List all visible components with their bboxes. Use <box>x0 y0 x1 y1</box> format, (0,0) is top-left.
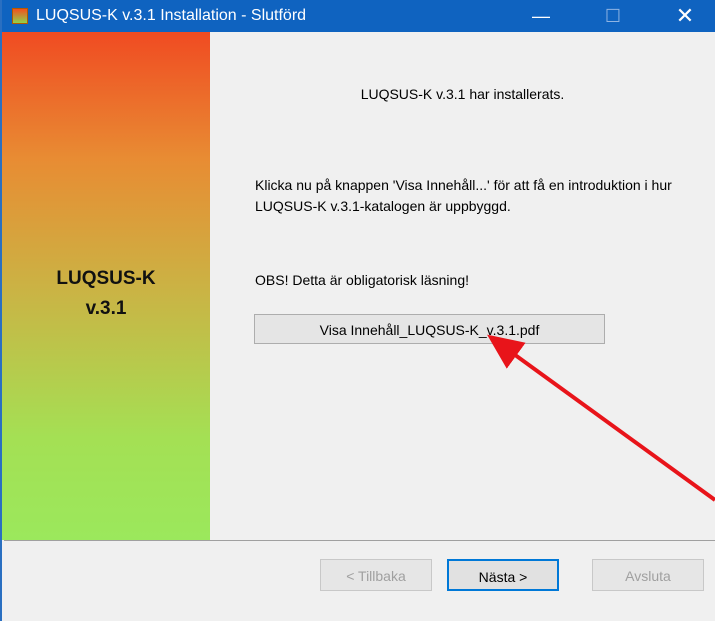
instruction-text: Klicka nu på knappen 'Visa Innehåll...' … <box>255 177 672 214</box>
install-complete-headline: LUQSUS-K v.3.1 har installerats. <box>360 86 565 102</box>
sidebar-version: v.3.1 <box>85 298 127 319</box>
view-contents-pdf-button[interactable]: Visa Innehåll_LUQSUS-K_v.3.1.pdf <box>254 314 605 344</box>
sidebar-banner: LUQSUS-K v.3.1 <box>2 32 210 540</box>
mandatory-reading-notice: OBS! Detta är obligatorisk läsning! <box>255 272 469 288</box>
app-icon <box>12 8 28 24</box>
title-bar[interactable]: LUQSUS-K v.3.1 Installation - Slutförd —… <box>2 0 715 32</box>
button-bar: < Tillbaka Nästa > Avsluta <box>2 542 715 621</box>
content-panel: LUQSUS-K v.3.1 har installerats. Klicka … <box>210 32 715 540</box>
cancel-button[interactable]: Avsluta <box>592 559 704 591</box>
close-button[interactable]: ✕ <box>662 0 708 32</box>
minimize-button[interactable]: — <box>518 0 564 32</box>
installer-window: LUQSUS-K v.3.1 Installation - Slutförd —… <box>0 0 715 621</box>
maximize-button[interactable]: ☐ <box>590 0 636 32</box>
next-button[interactable]: Nästa > <box>447 559 559 591</box>
back-button[interactable]: < Tillbaka <box>320 559 432 591</box>
window-title: LUQSUS-K v.3.1 Installation - Slutförd <box>36 7 307 24</box>
sidebar-product-name: LUQSUS-K <box>56 268 156 289</box>
